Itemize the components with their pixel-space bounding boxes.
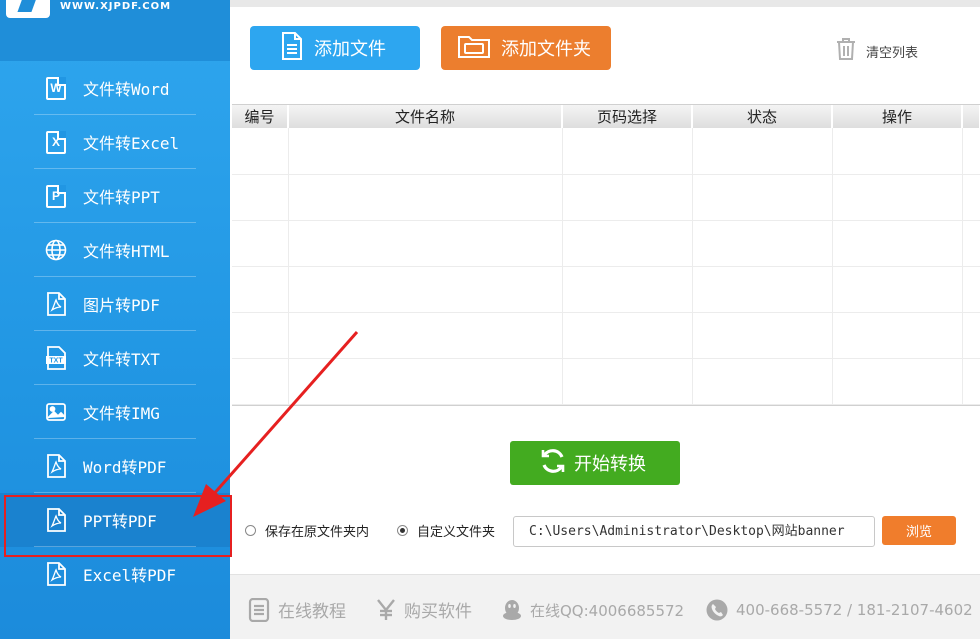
yen-icon [376, 598, 396, 621]
pdf-doc-icon [44, 508, 68, 532]
buy-software-label: 购买软件 [404, 602, 472, 622]
save-original-radio[interactable] [245, 525, 256, 536]
sidebar-item-label: 图片转PDF [83, 296, 160, 315]
pdf-doc-icon [44, 454, 68, 478]
save-original-option[interactable]: 保存在原文件夹内 [245, 521, 369, 540]
clear-list-button[interactable]: 清空列表 [836, 38, 918, 64]
add-folder-label: 添加文件夹 [501, 39, 591, 60]
phone-numbers-label: 400-668-5572 / 181-2107-4602 [736, 601, 973, 619]
ppt-doc-icon: P [44, 184, 68, 208]
online-tutorial-label: 在线教程 [278, 602, 346, 622]
custom-folder-label: 自定义文件夹 [417, 525, 496, 540]
sidebar-item-file-to-ppt[interactable]: P 文件转PPT [0, 169, 230, 223]
table-row [232, 358, 980, 405]
sidebar-item-image-to-pdf[interactable]: 图片转PDF [0, 277, 230, 331]
logo-icon [6, 0, 50, 18]
sidebar-item-label: Word转PDF [83, 458, 167, 477]
word-doc-icon: W [44, 76, 68, 100]
table-header-row: 编号 文件名称 页码选择 状态 操作 [232, 105, 980, 128]
pdf-doc-icon [44, 562, 68, 586]
footer: 在线教程 购买软件 在线QQ:4006685572 400-668-5572 /… [230, 574, 980, 639]
column-header-status[interactable]: 状态 [692, 105, 833, 128]
sidebar-item-file-to-html[interactable]: 文件转HTML [0, 223, 230, 277]
custom-folder-radio[interactable] [397, 525, 408, 536]
sidebar-nav: W 文件转Word X 文件转Excel P 文件转PPT 文件转HTML 图片… [0, 61, 232, 601]
table-row [232, 312, 980, 359]
file-doc-icon [280, 32, 304, 64]
table-row [232, 220, 980, 267]
browse-button[interactable]: 浏览 [882, 516, 956, 545]
folder-icon [457, 33, 491, 63]
column-header-page-select[interactable]: 页码选择 [562, 105, 693, 128]
sidebar-item-label: 文件转IMG [83, 404, 160, 423]
clear-list-label: 清空列表 [866, 45, 919, 61]
online-tutorial-link[interactable]: 在线教程 [248, 597, 346, 622]
sidebar: WWW.XJPDF.COM W 文件转Word X 文件转Excel P 文件转… [0, 0, 232, 639]
add-folder-button[interactable]: 添加文件夹 [441, 26, 611, 70]
online-qq-label: 在线QQ:4006685572 [530, 601, 685, 620]
sidebar-item-excel-to-pdf[interactable]: Excel转PDF [0, 547, 230, 601]
table-row [232, 174, 980, 221]
trash-icon [836, 38, 856, 64]
column-header-filename[interactable]: 文件名称 [288, 105, 563, 128]
sidebar-item-label: 文件转TXT [83, 350, 160, 369]
save-original-label: 保存在原文件夹内 [265, 525, 370, 540]
table-row [232, 128, 980, 175]
sidebar-item-ppt-to-pdf[interactable]: PPT转PDF [0, 493, 232, 557]
custom-folder-option[interactable]: 自定义文件夹 [397, 521, 495, 540]
sidebar-item-label: 文件转HTML [83, 242, 170, 261]
sidebar-item-word-to-pdf[interactable]: Word转PDF [0, 439, 230, 493]
sidebar-item-file-to-txt[interactable]: TXT 文件转TXT [0, 331, 230, 385]
file-table: 编号 文件名称 页码选择 状态 操作 [232, 104, 980, 406]
column-header-number[interactable]: 编号 [232, 105, 289, 128]
column-header-spacer [962, 105, 980, 128]
qq-icon [502, 599, 522, 621]
txt-doc-icon: TXT [44, 346, 68, 370]
start-convert-label: 开始转换 [574, 454, 646, 475]
sidebar-item-label: 文件转Word [83, 80, 170, 99]
sidebar-item-file-to-excel[interactable]: X 文件转Excel [0, 115, 230, 169]
logo-url: WWW.XJPDF.COM [60, 1, 172, 12]
phone-numbers: 400-668-5572 / 181-2107-4602 [706, 599, 973, 621]
title-strip [230, 0, 980, 7]
add-file-label: 添加文件 [314, 39, 386, 60]
sidebar-item-label: 文件转PPT [83, 188, 160, 207]
sidebar-item-label: Excel转PDF [83, 566, 177, 585]
start-convert-button[interactable]: 开始转换 [510, 441, 680, 485]
document-icon [248, 597, 270, 622]
table-row [232, 266, 980, 313]
logo-area: WWW.XJPDF.COM [0, 0, 230, 61]
globe-icon [44, 238, 68, 262]
pdf-doc-icon [44, 292, 68, 316]
excel-doc-icon: X [44, 130, 68, 154]
buy-software-link[interactable]: 购买软件 [376, 597, 472, 622]
online-qq-link[interactable]: 在线QQ:4006685572 [502, 599, 684, 621]
image-icon [44, 400, 68, 424]
add-file-button[interactable]: 添加文件 [250, 26, 420, 70]
column-header-action[interactable]: 操作 [832, 105, 963, 128]
refresh-icon [540, 448, 566, 478]
phone-icon [706, 599, 728, 621]
sidebar-item-file-to-img[interactable]: 文件转IMG [0, 385, 230, 439]
output-path-field[interactable]: C:\Users\Administrator\Desktop\网站banner [513, 516, 875, 547]
sidebar-item-label: PPT转PDF [83, 512, 157, 531]
sidebar-item-label: 文件转Excel [83, 134, 180, 153]
svg-text:TXT: TXT [49, 358, 63, 365]
sidebar-item-file-to-word[interactable]: W 文件转Word [0, 61, 230, 115]
